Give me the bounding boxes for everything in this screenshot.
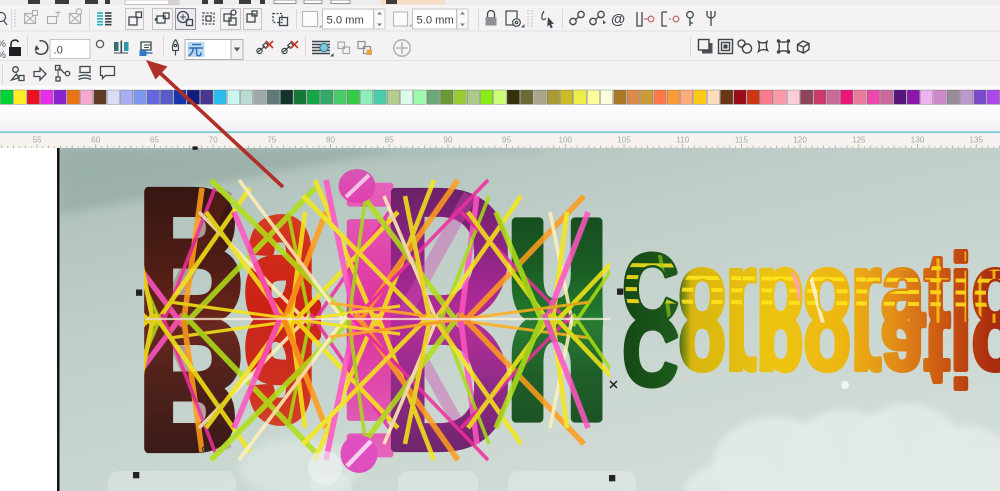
svg-text:125: 125 xyxy=(852,135,866,144)
svg-text:60: 60 xyxy=(91,135,101,144)
svg-text:90: 90 xyxy=(443,135,453,144)
svg-text:5.0 mm: 5.0 mm xyxy=(417,14,454,26)
svg-text:.0: .0 xyxy=(54,45,63,57)
svg-text:105: 105 xyxy=(617,135,631,144)
svg-text:130: 130 xyxy=(911,135,925,144)
svg-text:135: 135 xyxy=(969,135,983,144)
svg-text:120: 120 xyxy=(793,135,807,144)
svg-text:55: 55 xyxy=(32,135,42,144)
svg-text:5.0 mm: 5.0 mm xyxy=(327,14,364,26)
svg-text:100: 100 xyxy=(558,135,572,144)
svg-text:%: % xyxy=(0,39,6,50)
svg-text:115: 115 xyxy=(735,135,748,144)
svg-text:95: 95 xyxy=(502,135,512,144)
svg-text:80: 80 xyxy=(326,135,336,144)
svg-text:@: @ xyxy=(611,12,625,28)
svg-text:Corporation: Corporation xyxy=(623,297,1000,406)
svg-text:70: 70 xyxy=(209,135,219,144)
svg-text:110: 110 xyxy=(676,135,689,144)
svg-text:85: 85 xyxy=(385,135,395,144)
svg-text:65: 65 xyxy=(150,135,160,144)
svg-text:75: 75 xyxy=(267,135,277,144)
svg-text:%: % xyxy=(0,50,6,61)
